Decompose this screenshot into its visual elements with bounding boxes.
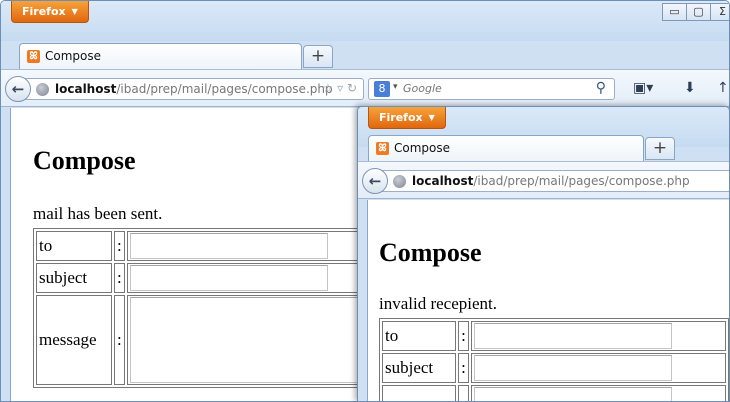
subject-field-cell (470, 353, 726, 383)
downloads-icon[interactable]: ⬇ (684, 80, 696, 96)
url-bar[interactable]: localhost/ibad/prep/mail/pages/compose.p… (380, 170, 729, 192)
tab-compose[interactable]: ꕤ Compose (368, 135, 644, 161)
navigation-bar: localhost/ibad/prep/mail/pages/compose.p… (358, 161, 729, 199)
field-colon (458, 385, 469, 401)
tab-compose[interactable]: ꕤ Compose (19, 43, 302, 69)
field-colon: : (458, 353, 469, 383)
back-button[interactable]: ← (362, 168, 388, 194)
firefox-menu-label: Firefox (379, 111, 423, 124)
form-row-to: to : (382, 321, 726, 351)
field-label: subject (36, 263, 112, 293)
subject-field-cell (126, 263, 393, 293)
bookmarks-menu-icon[interactable]: ▣▾ (633, 80, 653, 96)
form-row-partial (382, 385, 726, 401)
field-colon: : (458, 321, 469, 351)
search-box[interactable]: 8 ▾ Google ⚲ (368, 78, 615, 100)
status-message: invalid recepient. (379, 294, 498, 313)
new-tab-button[interactable]: + (303, 45, 333, 68)
page-title: Compose (379, 238, 482, 267)
close-button[interactable]: Σ (710, 3, 729, 21)
page-title: Compose (33, 146, 136, 175)
form-row-to: to : (36, 231, 393, 261)
message-textarea[interactable] (129, 297, 390, 383)
firefox-menu-button[interactable]: Firefox ▼ (368, 107, 446, 129)
dropdown-arrow-icon: ▼ (428, 113, 435, 122)
firefox-menu-button[interactable]: Firefox ▼ (11, 1, 89, 23)
google-search-engine-icon[interactable]: 8 (374, 81, 390, 97)
back-arrow-icon: ← (11, 80, 25, 98)
field-label: to (382, 321, 457, 351)
bookmark-star-icon[interactable]: ☆ ▿ ↻ (323, 81, 357, 95)
title-bar: Firefox ▼ ▭ ▢ Σ (1, 1, 729, 41)
back-button[interactable]: ← (5, 76, 31, 102)
browser-window-front: Firefox ▼ ꕤ Compose + localhost/ibad/prep… (357, 106, 730, 402)
search-engine-dropdown-icon[interactable]: ▾ (393, 82, 398, 92)
url-text: localhost/ibad/prep/mail/pages/compose.p… (55, 82, 333, 96)
field-label: to (36, 231, 112, 261)
form-row-message: message : (36, 295, 393, 385)
url-bar[interactable]: localhost/ibad/prep/mail/pages/compose.p… (23, 78, 364, 100)
home-icon[interactable]: ↑ (717, 80, 729, 96)
field-colon: : (114, 295, 125, 385)
back-arrow-icon: ← (368, 172, 382, 190)
xampp-favicon-icon: ꕤ (27, 50, 40, 63)
tab-label: Compose (394, 141, 451, 155)
form-row-subject: subject : (36, 263, 393, 293)
navigation-bar: localhost/ibad/prep/mail/pages/compose.p… (1, 69, 729, 107)
form-row-subject: subject : (382, 353, 726, 383)
url-text: localhost/ibad/prep/mail/pages/compose.p… (412, 174, 690, 188)
field-colon: : (114, 231, 125, 261)
to-field-cell (470, 321, 726, 351)
new-tab-button[interactable]: + (645, 137, 675, 160)
globe-icon (393, 175, 406, 188)
compose-form: to : subject : (379, 318, 729, 401)
message-field-cell (126, 295, 393, 385)
to-input[interactable] (129, 233, 328, 259)
tab-label: Compose (45, 49, 102, 63)
minimize-button[interactable]: ▭ (662, 3, 687, 21)
field-cell (470, 385, 726, 401)
field-colon: : (114, 263, 125, 293)
field-label (382, 385, 457, 401)
partial-input[interactable] (473, 387, 672, 401)
search-icon[interactable]: ⚲ (596, 80, 606, 96)
window-controls: ▭ ▢ Σ (662, 3, 729, 21)
to-input[interactable] (473, 323, 672, 349)
maximize-button[interactable]: ▢ (686, 3, 711, 21)
subject-input[interactable] (129, 265, 328, 291)
page-content: Compose invalid recepient. to : subject … (367, 200, 729, 401)
dropdown-arrow-icon: ▼ (71, 7, 78, 16)
status-message: mail has been sent. (33, 204, 163, 223)
search-placeholder: Google (403, 82, 442, 95)
field-label: subject (382, 353, 457, 383)
xampp-favicon-icon: ꕤ (376, 142, 389, 155)
to-field-cell (126, 231, 393, 261)
globe-icon (36, 83, 49, 96)
compose-form: to : subject : message : (33, 228, 396, 388)
field-label: message (36, 295, 112, 385)
firefox-menu-label: Firefox (22, 5, 66, 18)
subject-input[interactable] (473, 355, 672, 381)
